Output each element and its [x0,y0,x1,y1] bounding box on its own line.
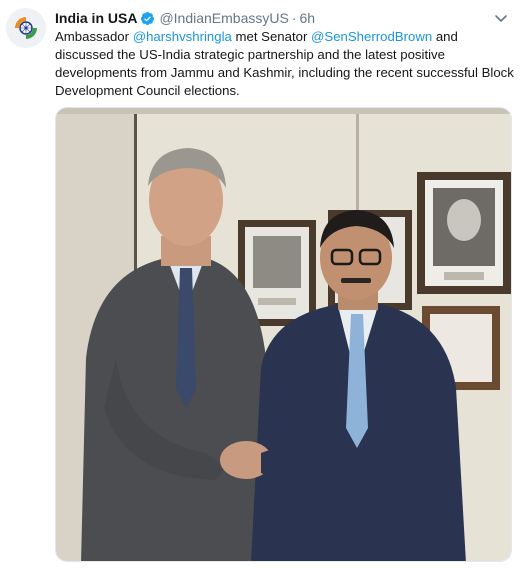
tweet-text-part: met Senator [231,29,312,44]
tweet-photo[interactable] [55,107,512,562]
embassy-logo-icon [6,8,46,48]
display-name[interactable]: India in USA [55,10,137,26]
tweet-text-part: Ambassador [55,29,133,44]
tweet-header: India in USA @IndianEmbassyUS · 6h [55,8,513,28]
separator-dot: · [291,10,297,26]
timestamp[interactable]: 6h [300,10,316,26]
tweet-card[interactable]: India in USA @IndianEmbassyUS · 6h Ambas… [0,0,521,568]
handle[interactable]: @IndianEmbassyUS [159,10,288,26]
photo-illustration [56,108,511,561]
chevron-down-icon[interactable] [493,10,509,26]
mention-link[interactable]: @SenSherrodBrown [311,29,432,44]
mention-link[interactable]: @harshvshringla [133,29,232,44]
tweet-text: Ambassador @harshvshringla met Senator @… [55,28,515,100]
verified-badge-icon [141,11,155,25]
avatar[interactable] [6,8,46,48]
